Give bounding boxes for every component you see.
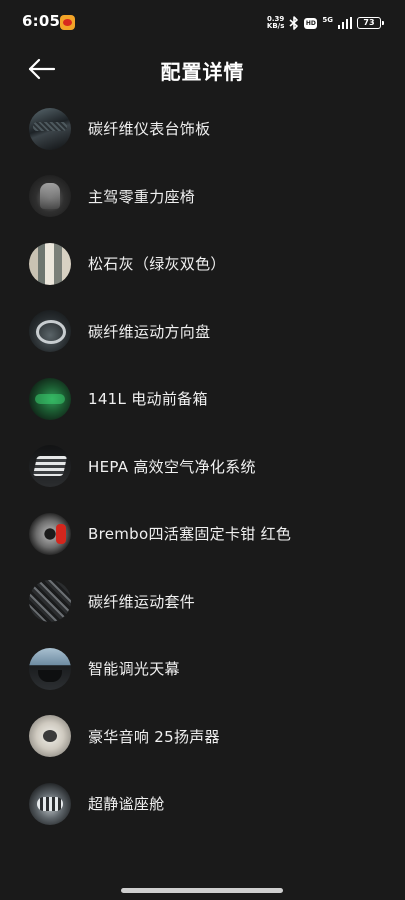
weibo-icon (60, 15, 75, 30)
status-bar: 6:05 0.39 KB/s HD 5G 73 (0, 0, 405, 46)
list-item[interactable]: 碳纤维运动方向盘 (0, 298, 405, 366)
bluetooth-icon (289, 16, 299, 30)
front-trunk-thumbnail (29, 377, 71, 420)
list-item[interactable]: 碳纤维仪表台饰板 (0, 95, 405, 163)
status-icons: 0.39 KB/s HD 5G 73 (267, 14, 384, 32)
signal-icon (338, 17, 352, 29)
color-swatch-thumbnail (29, 242, 71, 285)
item-label: 豪华音响 25扬声器 (88, 727, 220, 746)
network-type-label: 5G (322, 16, 333, 24)
status-time: 6:05 (22, 12, 61, 30)
network-speed: 0.39 KB/s (267, 16, 284, 30)
item-label: 碳纤维运动套件 (88, 592, 196, 611)
item-label: 超静谧座舱 (88, 795, 165, 814)
hd-badge: HD (304, 17, 318, 29)
list-item[interactable]: 豪华音响 25扬声器 (0, 703, 405, 771)
list-item[interactable]: HEPA 高效空气净化系统 (0, 433, 405, 501)
header: 配置详情 (0, 46, 405, 92)
page-title: 配置详情 (160, 60, 245, 84)
battery-indicator: 73 (357, 17, 384, 29)
item-label: 碳纤维仪表台饰板 (88, 120, 211, 139)
item-label: 松石灰（绿灰双色） (88, 255, 226, 274)
brake-caliper-thumbnail (29, 512, 71, 555)
speaker-thumbnail (29, 715, 71, 758)
config-list: 碳纤维仪表台饰板 主驾零重力座椅 松石灰（绿灰双色） 碳纤维运动方向盘 141L… (0, 95, 405, 838)
home-indicator[interactable] (121, 888, 283, 893)
list-item[interactable]: 智能调光天幕 (0, 635, 405, 703)
item-label: HEPA 高效空气净化系统 (88, 457, 256, 476)
item-label: 智能调光天幕 (88, 660, 180, 679)
steering-wheel-thumbnail (29, 310, 71, 353)
seat-thumbnail (29, 175, 71, 218)
item-label: 碳纤维运动方向盘 (88, 322, 211, 341)
list-item[interactable]: Brembo四活塞固定卡钳 红色 (0, 500, 405, 568)
list-item[interactable]: 141L 电动前备箱 (0, 365, 405, 433)
list-item[interactable]: 主驾零重力座椅 (0, 163, 405, 231)
list-item[interactable]: 超静谧座舱 (0, 770, 405, 838)
cabin-thumbnail (29, 782, 71, 825)
carbon-fiber-thumbnail (29, 580, 71, 623)
item-label: 141L 电动前备箱 (88, 390, 208, 409)
dashboard-trim-thumbnail (29, 107, 71, 150)
sunroof-thumbnail (29, 647, 71, 690)
list-item[interactable]: 碳纤维运动套件 (0, 568, 405, 636)
item-label: 主驾零重力座椅 (88, 187, 196, 206)
network-speed-unit: KB/s (266, 22, 285, 30)
list-item[interactable]: 松石灰（绿灰双色） (0, 230, 405, 298)
air-filter-thumbnail (29, 445, 71, 488)
item-label: Brembo四活塞固定卡钳 红色 (88, 525, 292, 544)
